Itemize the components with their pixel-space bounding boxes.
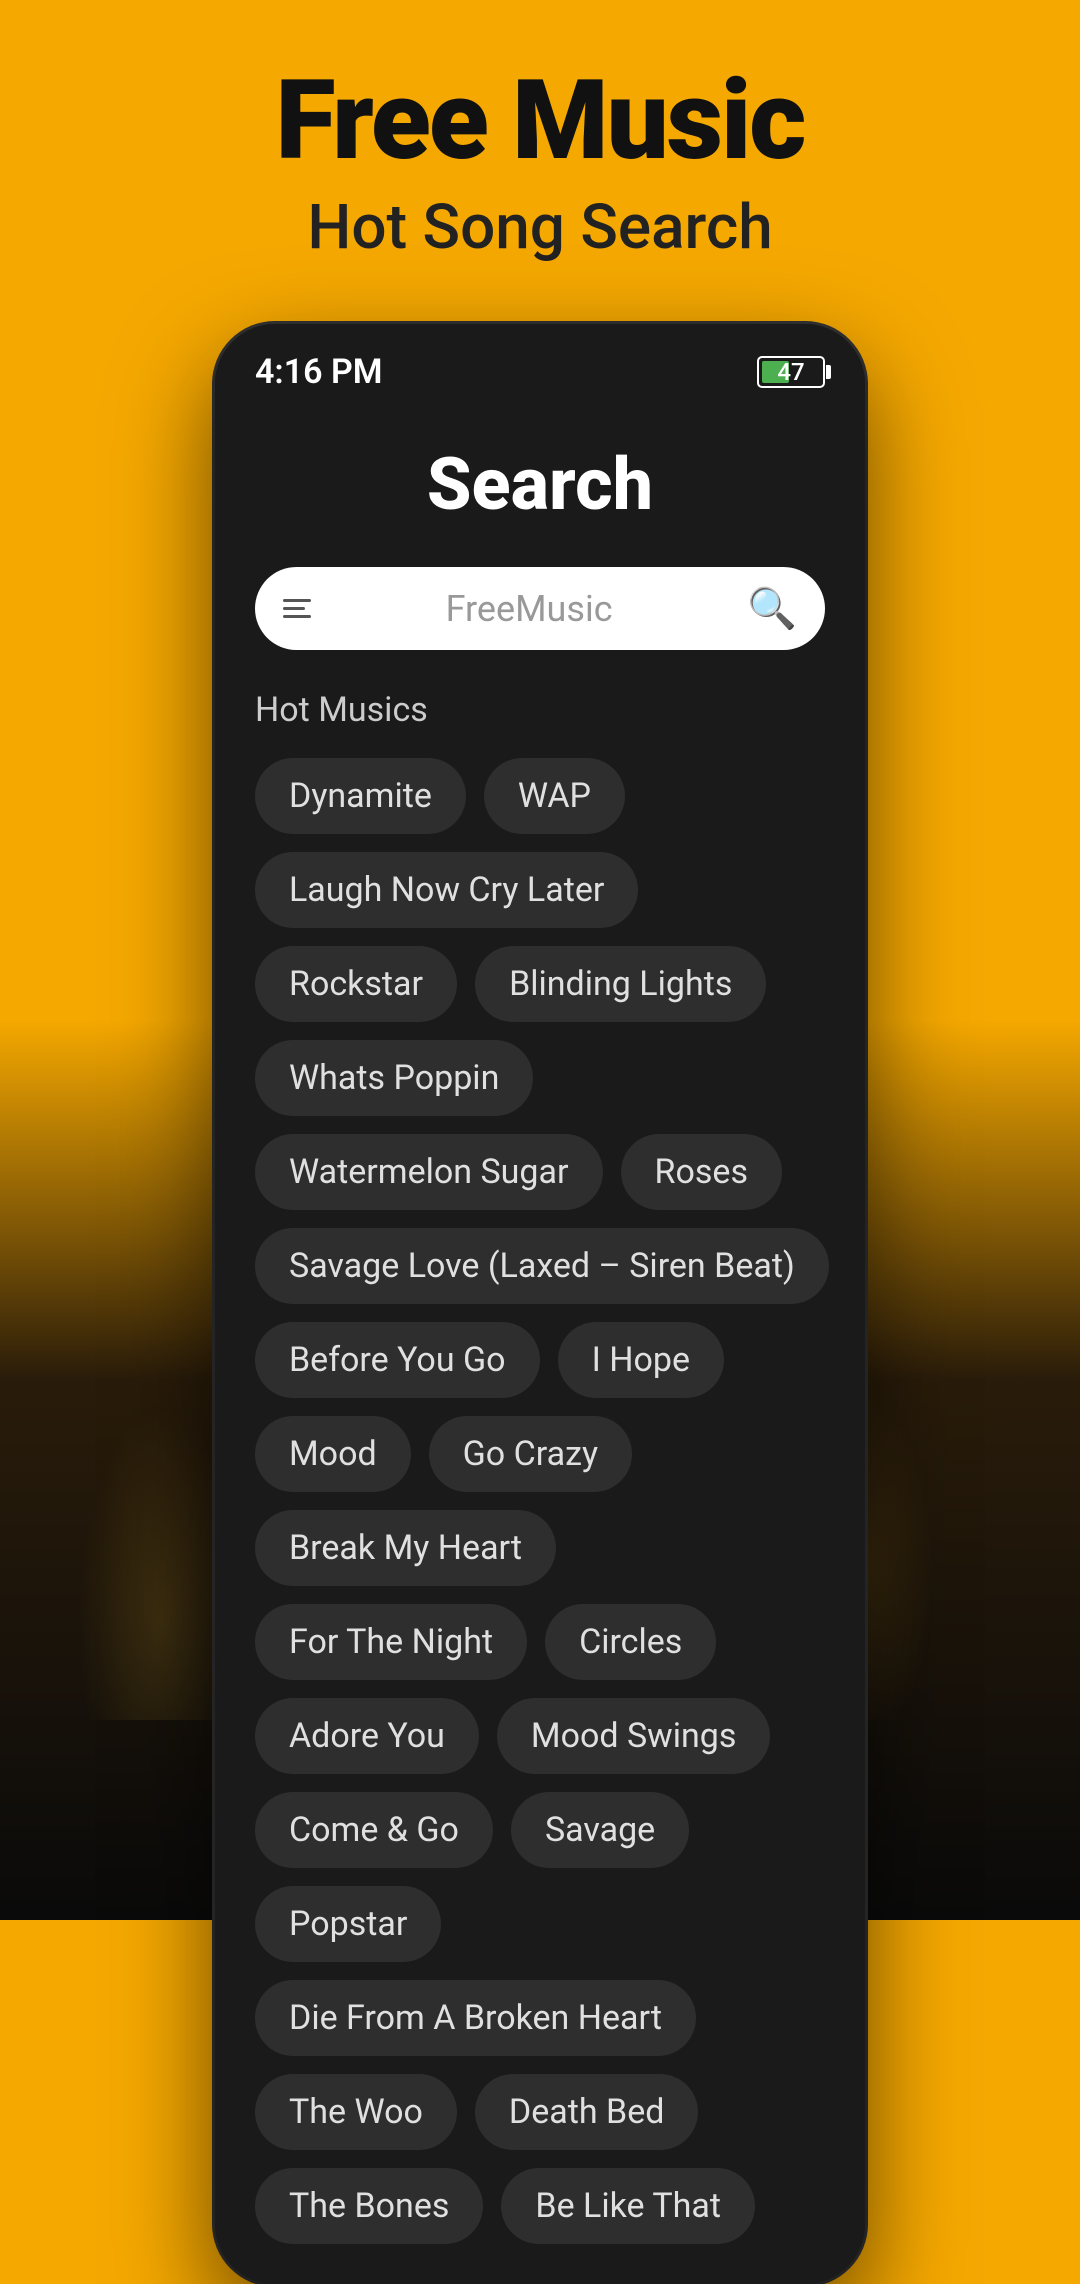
tag-item[interactable]: I Hope xyxy=(558,1322,724,1398)
tag-item[interactable]: The Bones xyxy=(255,2168,483,2244)
tag-item[interactable]: Laugh Now Cry Later xyxy=(255,852,638,928)
battery-indicator: 47 xyxy=(757,356,825,388)
hot-musics-label: Hot Musics xyxy=(255,690,825,730)
tags-container: DynamiteWAP Laugh Now Cry Later RockstarBl… xyxy=(255,758,825,2244)
tag-item[interactable]: Die From A Broken Heart xyxy=(255,1980,696,2056)
tag-item[interactable]: Popstar xyxy=(255,1886,441,1962)
tag-item[interactable]: Before You Go xyxy=(255,1322,540,1398)
screen-title: Search xyxy=(255,442,825,527)
search-bar[interactable]: FreeMusic 🔍 xyxy=(255,567,825,650)
menu-line-3 xyxy=(283,615,311,618)
tag-item[interactable]: Rockstar xyxy=(255,946,457,1022)
tag-item[interactable]: Blinding Lights xyxy=(475,946,766,1022)
tag-item[interactable]: Come & Go xyxy=(255,1792,493,1868)
app-title: Free Music xyxy=(0,60,1080,181)
tag-item[interactable]: Death Bed xyxy=(475,2074,699,2150)
tag-item[interactable]: Mood Swings xyxy=(497,1698,771,1774)
tag-item[interactable]: Savage xyxy=(511,1792,689,1868)
menu-line-2 xyxy=(283,607,305,610)
status-time: 4:16 PM xyxy=(255,352,383,392)
menu-icon[interactable] xyxy=(283,599,311,618)
app-content: Search FreeMusic 🔍 Hot Musics DynamiteWA… xyxy=(215,402,865,2284)
search-icon[interactable]: 🔍 xyxy=(747,585,797,632)
tag-item[interactable]: Dynamite xyxy=(255,758,466,834)
tag-item[interactable]: Whats Poppin xyxy=(255,1040,533,1116)
tag-item[interactable]: Roses xyxy=(621,1134,782,1210)
tag-item[interactable]: Be Like That xyxy=(501,2168,755,2244)
tag-item[interactable]: WAP xyxy=(484,758,625,834)
tag-item[interactable]: The Woo xyxy=(255,2074,457,2150)
status-bar: 4:16 PM 47 xyxy=(215,324,865,402)
app-subtitle: Hot Song Search xyxy=(0,191,1080,264)
tag-item[interactable]: Break My Heart xyxy=(255,1510,556,1586)
tag-item[interactable]: Watermelon Sugar xyxy=(255,1134,603,1210)
tag-item[interactable]: Adore You xyxy=(255,1698,479,1774)
tag-item[interactable]: Mood xyxy=(255,1416,411,1492)
battery-percent: 47 xyxy=(759,358,823,386)
tag-item[interactable]: Circles xyxy=(545,1604,716,1680)
tag-item[interactable]: Savage Love (Laxed – Siren Beat) xyxy=(255,1228,829,1304)
menu-line-1 xyxy=(283,599,311,602)
tag-item[interactable]: Go Crazy xyxy=(429,1416,632,1492)
search-input[interactable]: FreeMusic xyxy=(331,588,727,630)
header-section: Free Music Hot Song Search xyxy=(0,0,1080,264)
phone-mockup: 4:16 PM 47 Search FreeMusic 🔍 Hot Musics… xyxy=(215,324,865,2284)
tag-item[interactable]: For The Night xyxy=(255,1604,527,1680)
battery-icon: 47 xyxy=(757,356,825,388)
